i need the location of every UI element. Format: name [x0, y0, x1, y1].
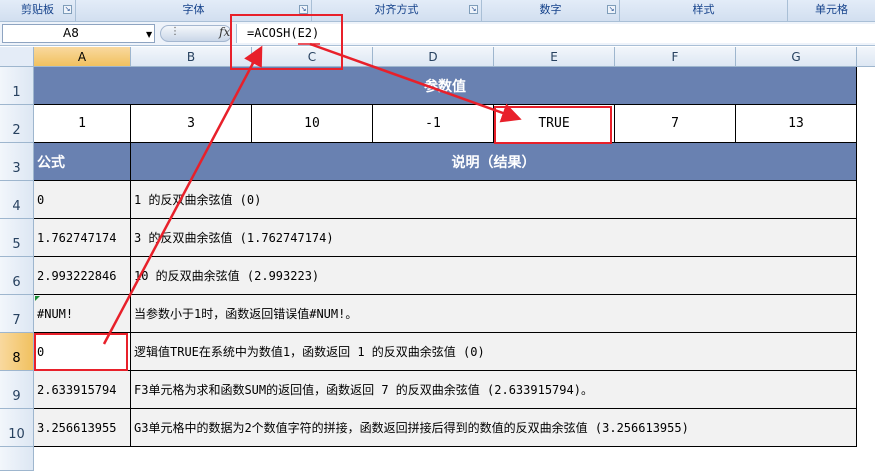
row-header-11 — [0, 447, 34, 471]
row-header-6[interactable]: 6 — [0, 257, 34, 295]
result-cell[interactable]: 3.256613955 — [34, 409, 131, 447]
params-title-cell[interactable]: 参数值 — [34, 67, 857, 105]
param-cell-c2[interactable]: 10 — [252, 105, 373, 143]
ribbon-group-styles[interactable]: 样式 — [620, 0, 788, 22]
row-header-1[interactable]: 1 — [0, 67, 34, 105]
ribbon-group-label: 剪贴板 — [21, 3, 54, 16]
column-header-d[interactable]: D — [373, 47, 494, 67]
param-cell-e2[interactable]: TRUE — [494, 105, 615, 143]
dialog-launcher-icon[interactable]: ↘ — [63, 5, 72, 14]
formula-header-cell[interactable]: 公式 — [34, 143, 131, 181]
column-header-overflow — [857, 47, 875, 67]
ribbon-group-label: 样式 — [692, 3, 715, 16]
ribbon-group-label: 单元格 — [815, 3, 848, 16]
ribbon-group-number[interactable]: 数字 ↘ — [482, 0, 620, 22]
result-cell[interactable]: 2.993222846 — [34, 257, 131, 295]
param-cell-f2[interactable]: 7 — [615, 105, 736, 143]
description-cell[interactable]: G3单元格中的数据为2个数值字符的拼接，函数返回拼接后得到的数值的反双曲余弦值 … — [131, 409, 857, 447]
result-cell[interactable]: 1.762747174 — [34, 219, 131, 257]
select-all-corner[interactable] — [0, 47, 34, 67]
result-cell[interactable]: #NUM! — [34, 295, 131, 333]
result-cell-selected[interactable]: 0 — [34, 333, 131, 371]
row-header-10[interactable]: 10 — [0, 409, 34, 447]
row-header-8[interactable]: 8 — [0, 333, 34, 371]
ribbon-group-label: 对齐方式 — [374, 3, 419, 16]
dialog-launcher-icon[interactable]: ↘ — [469, 5, 478, 14]
dialog-launcher-icon[interactable]: ↘ — [299, 5, 308, 14]
row-header-4[interactable]: 4 — [0, 181, 34, 219]
row-header-9[interactable]: 9 — [0, 371, 34, 409]
column-header-g[interactable]: G — [736, 47, 857, 67]
row-header-7[interactable]: 7 — [0, 295, 34, 333]
param-cell-d2[interactable]: -1 — [373, 105, 494, 143]
result-cell[interactable]: 2.633915794 — [34, 371, 131, 409]
row-header-5[interactable]: 5 — [0, 219, 34, 257]
dialog-launcher-icon[interactable]: ↘ — [607, 5, 616, 14]
description-cell[interactable]: 1 的反双曲余弦值 (0) — [131, 181, 857, 219]
formula-input[interactable]: =ACOSH(E2) — [236, 24, 875, 43]
ribbon-group-bar: 剪贴板 ↘ 字体 ↘ 对齐方式 ↘ 数字 ↘ 样式 单元格 — [0, 0, 875, 22]
ribbon-group-label: 数字 — [539, 3, 562, 16]
ribbon-group-cells[interactable]: 单元格 — [788, 0, 875, 22]
name-box[interactable]: A8 — [2, 24, 155, 43]
column-header-c[interactable]: C — [252, 47, 373, 67]
splitter-grip-icon: ⋮ — [170, 26, 180, 37]
error-indicator-icon — [35, 296, 40, 301]
ribbon-group-label: 字体 — [182, 3, 205, 16]
ribbon-group-alignment[interactable]: 对齐方式 ↘ — [312, 0, 482, 22]
description-cell[interactable]: 逻辑值TRUE在系统中为数值1，函数返回 1 的反双曲余弦值 (0) — [131, 333, 857, 371]
row-header-2[interactable]: 2 — [0, 105, 34, 143]
description-header-cell[interactable]: 说明（结果） — [131, 143, 857, 181]
param-cell-b2[interactable]: 3 — [131, 105, 252, 143]
chevron-down-icon[interactable]: ▼ — [146, 30, 152, 39]
column-header-f[interactable]: F — [615, 47, 736, 67]
ribbon-group-font[interactable]: 字体 ↘ — [76, 0, 312, 22]
param-cell-a2[interactable]: 1 — [34, 105, 131, 143]
description-cell[interactable]: 当参数小于1时，函数返回错误值#NUM!。 — [131, 295, 857, 333]
column-header-b[interactable]: B — [131, 47, 252, 67]
insert-function-icon[interactable]: fx — [219, 25, 230, 39]
formula-bar: A8 ⋮ fx =ACOSH(E2) — [0, 22, 875, 46]
ribbon-group-clipboard[interactable]: 剪贴板 ↘ — [0, 0, 76, 22]
param-cell-g2[interactable]: 13 — [736, 105, 857, 143]
column-header-a[interactable]: A — [34, 47, 131, 67]
column-header-e[interactable]: E — [494, 47, 615, 67]
description-cell[interactable]: 10 的反双曲余弦值 (2.993223) — [131, 257, 857, 295]
description-cell[interactable]: 3 的反双曲余弦值 (1.762747174) — [131, 219, 857, 257]
row-header-3[interactable]: 3 — [0, 143, 34, 181]
result-cell[interactable]: 0 — [34, 181, 131, 219]
description-cell[interactable]: F3单元格为求和函数SUM的返回值，函数返回 7 的反双曲余弦值 (2.6339… — [131, 371, 857, 409]
